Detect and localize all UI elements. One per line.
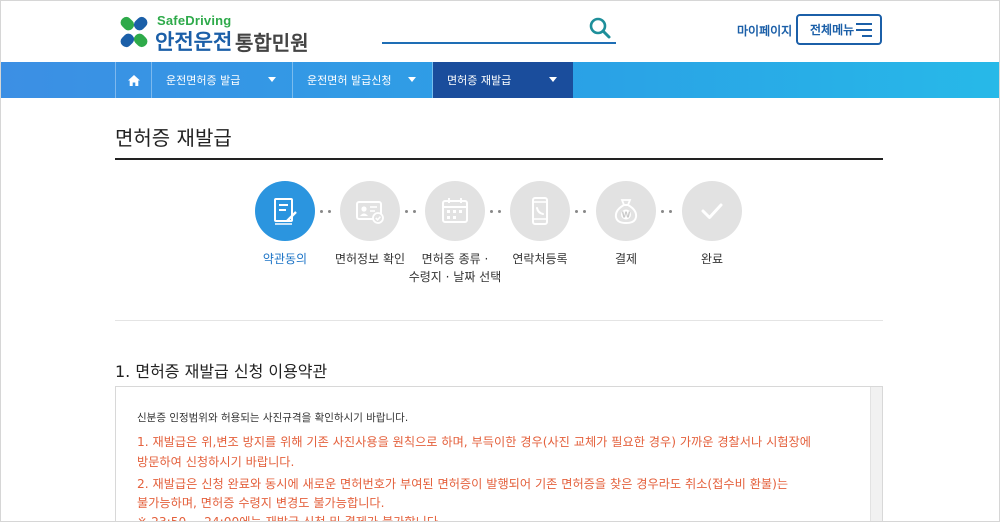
hamburger-icon xyxy=(856,23,872,37)
phone-icon xyxy=(532,197,548,225)
chevron-down-icon xyxy=(268,77,276,82)
won-bag-icon: W xyxy=(614,199,638,225)
nav-home[interactable] xyxy=(115,62,152,98)
terms-notice-line: 불가능하며, 면허증 수령지 변경도 불가능합니다. xyxy=(137,496,385,510)
step-complete xyxy=(682,181,742,241)
logo-korean: 안전운전 xyxy=(155,30,233,54)
nav-label: 운전면허 발급신청 xyxy=(307,74,392,87)
chevron-down-icon xyxy=(408,77,416,82)
step-license-type xyxy=(425,181,485,241)
check-icon xyxy=(701,203,723,219)
step-payment: W xyxy=(596,181,656,241)
chevron-down-icon xyxy=(549,77,557,82)
home-icon xyxy=(127,74,140,86)
nav-label: 운전면허증 발급 xyxy=(166,74,241,87)
nav-dropdown-reissue[interactable]: 면허증 재발급 xyxy=(433,62,573,98)
svg-text:W: W xyxy=(622,211,631,220)
search-icon[interactable] xyxy=(588,16,612,40)
nav-label: 면허증 재발급 xyxy=(447,74,512,87)
step-contact xyxy=(510,181,570,241)
step-connector xyxy=(659,210,679,214)
all-menu-button[interactable]: 전체메뉴 xyxy=(796,14,882,45)
search-bar xyxy=(382,14,616,44)
nav-dropdown-license-apply[interactable]: 운전면허 발급신청 xyxy=(293,62,433,98)
mypage-link[interactable]: 마이페이지 xyxy=(737,22,792,39)
step-label-complete: 완료 xyxy=(700,252,724,266)
step-license-info xyxy=(340,181,400,241)
site-logo[interactable]: SafeDriving 안전운전 통합민원 xyxy=(117,13,345,55)
step-connector xyxy=(403,210,423,214)
step-connector xyxy=(573,210,593,214)
section-title: 1. 면허증 재발급 신청 이용약관 xyxy=(115,362,328,381)
step-connector xyxy=(318,210,338,214)
title-divider xyxy=(115,158,883,160)
page-title: 면허증 재발급 xyxy=(115,126,232,150)
terms-notice-line: 1. 재발급은 위,변조 방지를 위해 기존 사진사용을 원칙으로 하며, 부득… xyxy=(137,435,811,449)
all-menu-label: 전체메뉴 xyxy=(810,23,855,37)
step-label-line: 수령지 · 날짜 선택 xyxy=(408,270,502,284)
terms-content-box[interactable]: 신분증 인정범위와 허용되는 사진규격을 확인하시기 바랍니다. 1. 재발급은… xyxy=(115,386,883,522)
step-connector xyxy=(488,210,508,214)
logo-subtitle: 통합민원 xyxy=(235,31,309,55)
terms-notice-line: ※ 23:50 ~ 24:00에는 재발급 신청 및 결제가 불가합니다. xyxy=(137,515,442,522)
step-terms xyxy=(255,181,315,241)
calendar-icon xyxy=(442,198,468,223)
terms-notice-line: 2. 재발급은 신청 완료와 동시에 새로운 면허번호가 부여된 면허증이 발행… xyxy=(137,477,789,491)
terms-notice-line: 방문하여 신청하시기 바랍니다. xyxy=(137,455,295,469)
terms-intro: 신분증 인정범위와 허용되는 사진규격을 확인하시기 바랍니다. xyxy=(137,412,409,424)
id-card-check-icon xyxy=(356,201,384,224)
search-input[interactable] xyxy=(382,14,582,42)
section-divider xyxy=(115,320,883,321)
nav-dropdown-license-issue[interactable]: 운전면허증 발급 xyxy=(152,62,293,98)
terms-scrollbar[interactable] xyxy=(870,387,882,522)
document-pen-icon xyxy=(274,198,297,225)
breadcrumb-nav: 운전면허증 발급 운전면허 발급신청 면허증 재발급 xyxy=(0,62,1000,98)
site-header: SafeDriving 안전운전 통합민원 마이페이지 전체메뉴 xyxy=(0,0,1000,62)
clover-logo-icon xyxy=(117,15,151,49)
